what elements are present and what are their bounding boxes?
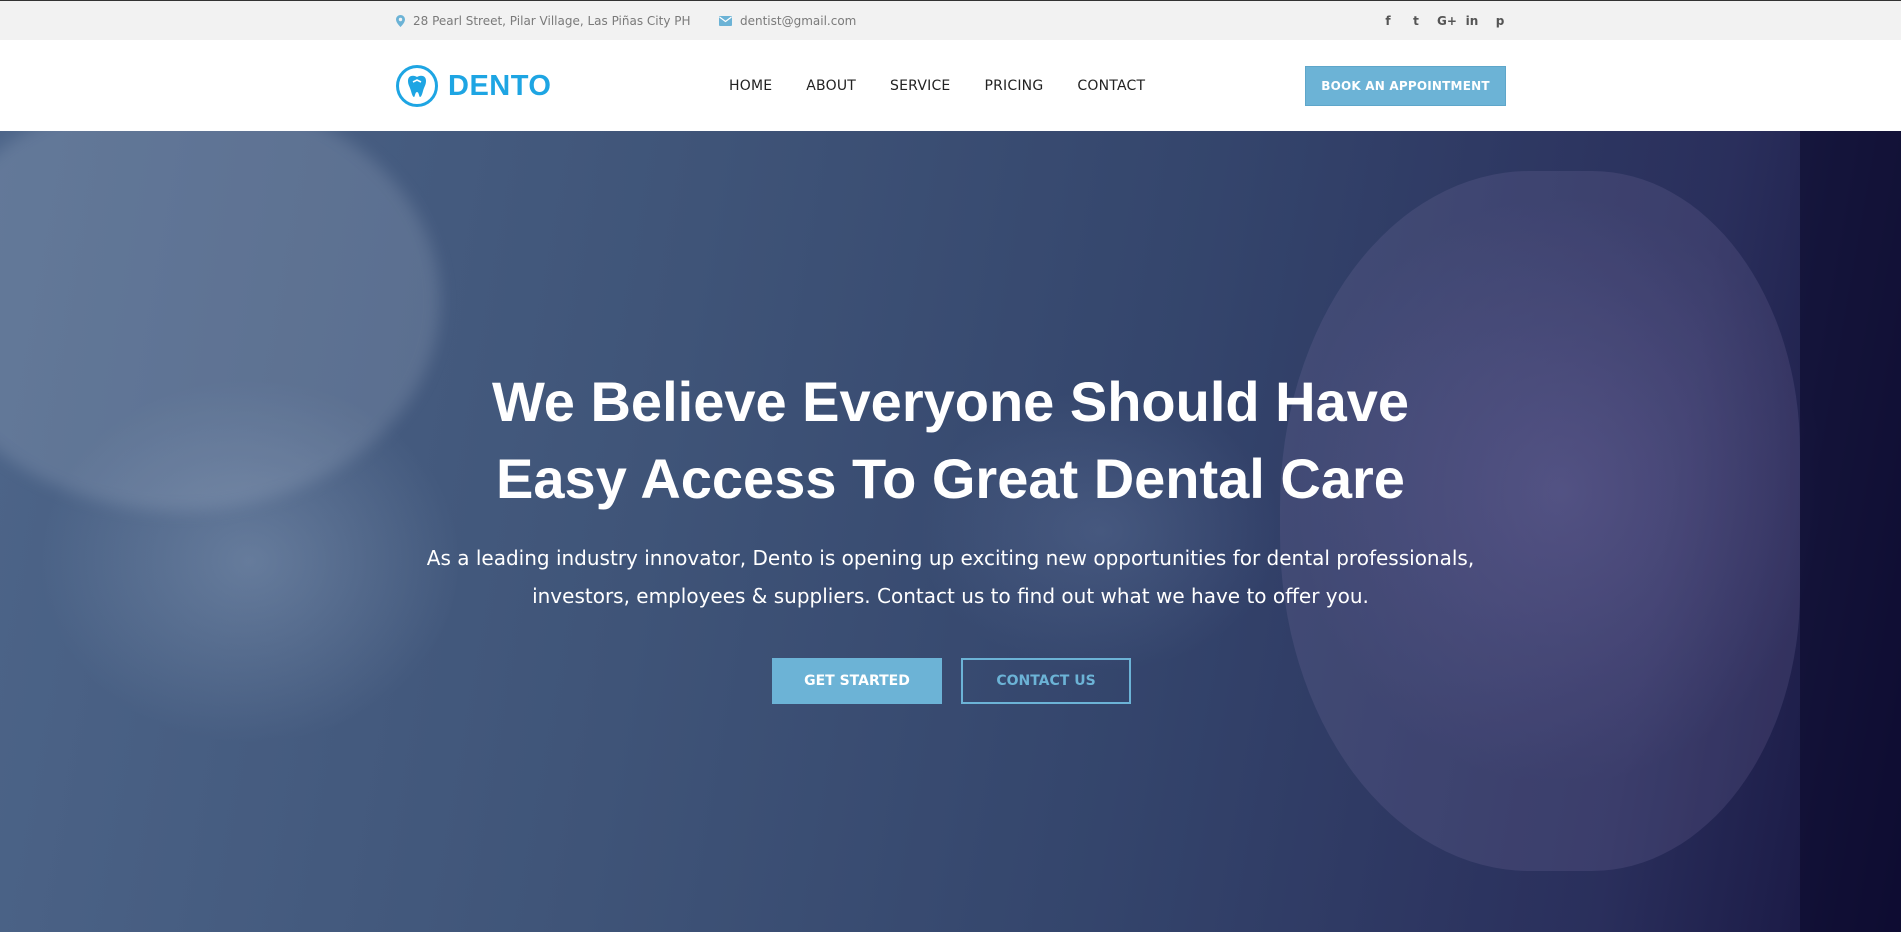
top-info-bar: 28 Pearl Street, Pilar Village, Las Piña…	[0, 0, 1901, 40]
hero-headline: We Believe Everyone Should Have Easy Acc…	[0, 363, 1901, 517]
facebook-icon[interactable]: f	[1381, 14, 1395, 28]
address-text: 28 Pearl Street, Pilar Village, Las Piña…	[413, 14, 691, 28]
google-plus-icon[interactable]: G+	[1437, 14, 1457, 28]
hero-buttons: GET STARTED CONTACT US	[772, 658, 1131, 704]
site-header: DENTO HOME ABOUT SERVICE PRICING CONTACT…	[0, 40, 1901, 131]
contact-us-button[interactable]: CONTACT US	[961, 658, 1131, 704]
linkedin-icon[interactable]: in	[1465, 14, 1479, 28]
email-text[interactable]: dentist@gmail.com	[740, 14, 856, 28]
hero-headline-line2: Easy Access To Great Dental Care	[496, 447, 1405, 510]
hero-subtitle-line2: investors, employees & suppliers. Contac…	[532, 584, 1369, 608]
logo-text: DENTO	[448, 69, 552, 102]
social-links: f t G+ in p	[1381, 1, 1507, 41]
main-nav: HOME ABOUT SERVICE PRICING CONTACT	[729, 40, 1145, 131]
twitter-icon[interactable]: t	[1409, 14, 1423, 28]
hero-section: We Believe Everyone Should Have Easy Acc…	[0, 131, 1901, 932]
hero-headline-line1: We Believe Everyone Should Have	[491, 370, 1410, 433]
logo[interactable]: DENTO	[396, 64, 551, 108]
nav-service[interactable]: SERVICE	[890, 78, 950, 94]
nav-contact[interactable]: CONTACT	[1077, 78, 1145, 94]
nav-about[interactable]: ABOUT	[806, 78, 856, 94]
hero-background-shape	[1800, 131, 1901, 932]
book-appointment-button[interactable]: BOOK AN APPOINTMENT	[1305, 66, 1506, 106]
nav-pricing[interactable]: PRICING	[984, 78, 1043, 94]
hero-subtitle-line1: As a leading industry innovator, Dento i…	[426, 546, 1475, 570]
pinterest-icon[interactable]: p	[1493, 14, 1507, 28]
map-pin-icon	[396, 15, 405, 27]
nav-home[interactable]: HOME	[729, 78, 772, 94]
hero-subtitle: As a leading industry innovator, Dento i…	[0, 539, 1901, 615]
hero-background-shape	[1280, 171, 1800, 871]
envelope-icon	[719, 16, 732, 26]
get-started-button[interactable]: GET STARTED	[772, 658, 942, 704]
tooth-icon	[396, 65, 438, 107]
address-info: 28 Pearl Street, Pilar Village, Las Piña…	[396, 1, 691, 41]
email-info: dentist@gmail.com	[719, 1, 856, 41]
